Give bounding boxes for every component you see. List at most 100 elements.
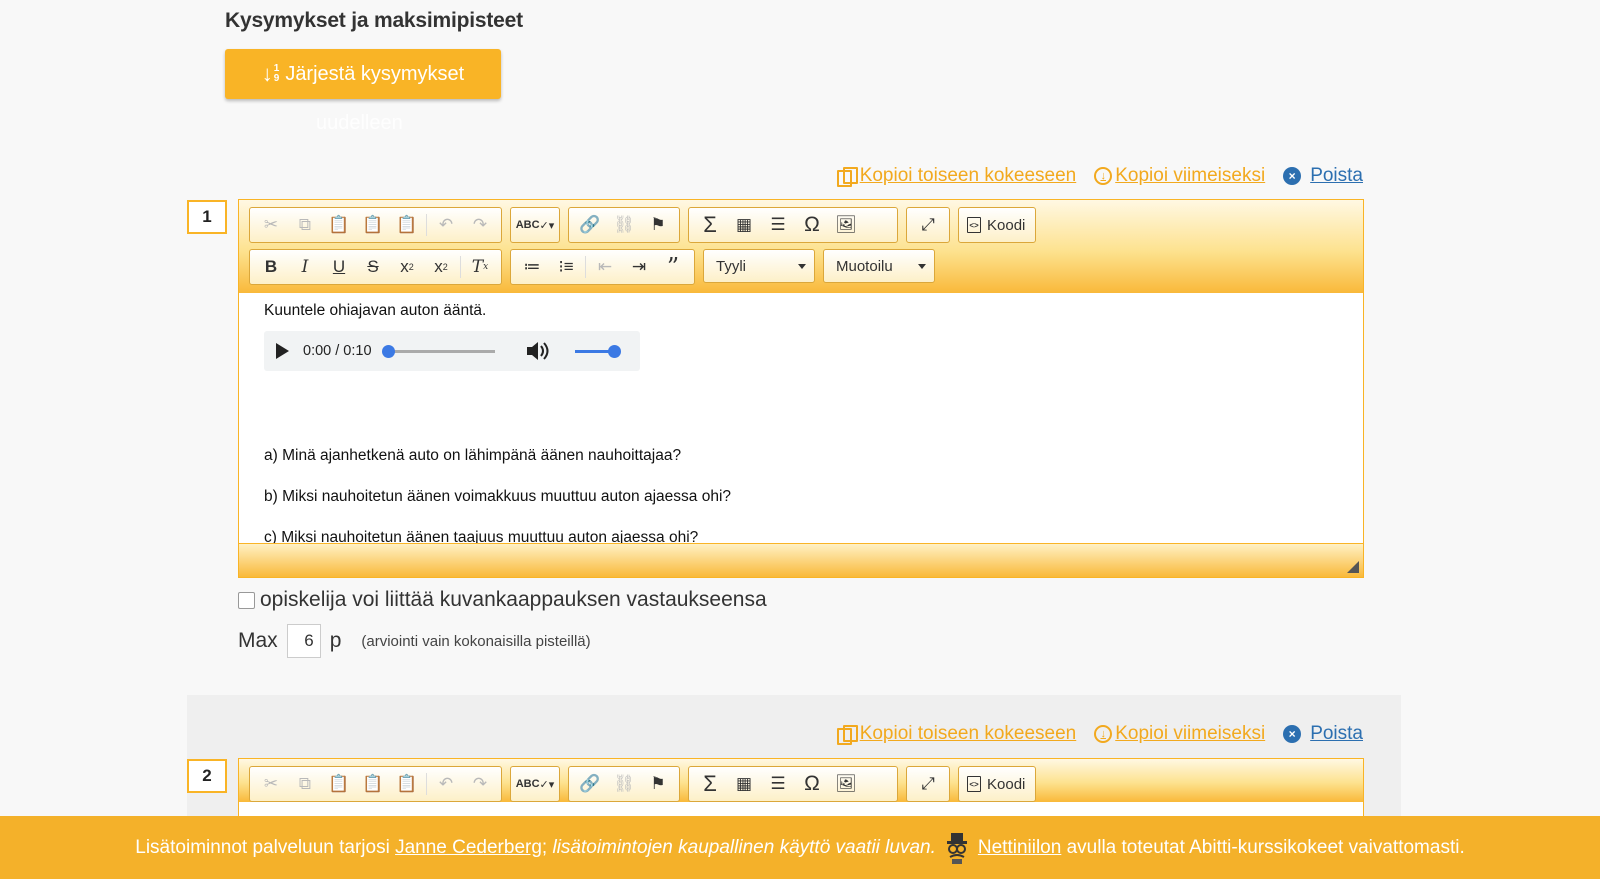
spellcheck-group: ABC ✓▾ bbox=[510, 766, 560, 802]
link-group: 🔗 ⛓ ⚑ bbox=[568, 766, 680, 802]
math-sigma-icon[interactable]: Σ bbox=[693, 210, 727, 240]
strikethrough-icon[interactable]: S bbox=[356, 252, 390, 282]
blockquote-icon[interactable]: ” bbox=[656, 252, 690, 282]
rich-text-editor: ✂ ⧉ 📋 📋 📋 ↶ ↷ ABC ✓▾ 🔗 ⛓ ⚑ Σ ▦ ☰ Ω 🖼 ⤢ <… bbox=[238, 199, 1364, 578]
cut-icon[interactable]: ✂ bbox=[254, 769, 288, 799]
paste-word-icon[interactable]: 📋 bbox=[390, 210, 424, 240]
footer-suffix: avulla toteutat Abitti-kurssikokeet vaiv… bbox=[1066, 836, 1465, 858]
insert-group: Σ ▦ ☰ Ω 🖼 bbox=[688, 207, 898, 243]
source-code-button[interactable]: <> Koodi bbox=[958, 207, 1037, 243]
anchor-flag-icon[interactable]: ⚑ bbox=[641, 769, 675, 799]
remove-format-icon[interactable]: Tx bbox=[463, 252, 497, 282]
editor-toolbar: ✂ ⧉ 📋 📋 📋 ↶ ↷ ABC ✓▾ 🔗 ⛓ ⚑ Σ ▦ ☰ Ω 🖼 ⤢ <… bbox=[239, 200, 1363, 293]
spellcheck-icon[interactable]: ABC ✓▾ bbox=[515, 769, 555, 799]
paste-word-icon[interactable]: 📋 bbox=[390, 769, 424, 799]
horizontal-line-icon[interactable]: ☰ bbox=[761, 210, 795, 240]
bulleted-list-icon[interactable]: ⁝≡ bbox=[549, 252, 583, 282]
footer-prefix: Lisätoiminnot palveluun tarjosi bbox=[135, 836, 390, 858]
download-circle-icon: ↓ bbox=[1094, 167, 1113, 185]
copy-to-other-exam-link[interactable]: Kopioi toiseen kokeeseen bbox=[836, 723, 1076, 745]
author-link[interactable]: Janne Cederberg bbox=[395, 837, 542, 859]
spy-mascot-icon bbox=[944, 832, 970, 864]
underline-icon[interactable]: U bbox=[322, 252, 356, 282]
undo-icon[interactable]: ↶ bbox=[429, 769, 463, 799]
link-group: 🔗 ⛓ ⚑ bbox=[568, 207, 680, 243]
copy-icon bbox=[836, 725, 858, 745]
outdent-icon[interactable]: ⇤ bbox=[588, 252, 622, 282]
paste-text-icon[interactable]: 📋 bbox=[356, 210, 390, 240]
format-select[interactable]: Muotoilu bbox=[823, 249, 935, 283]
copy-as-last-link[interactable]: ↓ Kopioi viimeiseksi bbox=[1094, 723, 1265, 745]
superscript-icon[interactable]: x2 bbox=[424, 252, 458, 282]
question-part-a: a) Minä ajanhetkenä auto on lähimpänä ää… bbox=[264, 447, 682, 464]
editor-toolbar: ✂ ⧉ 📋 📋 📋 ↶ ↷ ABC ✓▾ 🔗 ⛓ ⚑ Σ ▦ ☰ Ω 🖼 ⤢ <… bbox=[239, 759, 1363, 802]
style-select[interactable]: Tyyli bbox=[703, 249, 815, 283]
volume-slider[interactable] bbox=[574, 344, 621, 358]
chevron-down-icon bbox=[918, 263, 926, 269]
editor-status-bar bbox=[239, 543, 1363, 577]
redo-icon[interactable]: ↷ bbox=[463, 769, 497, 799]
special-char-omega-icon[interactable]: Ω bbox=[795, 769, 829, 799]
copy-icon[interactable]: ⧉ bbox=[288, 769, 322, 799]
paste-icon[interactable]: 📋 bbox=[322, 210, 356, 240]
paste-icon[interactable]: 📋 bbox=[322, 769, 356, 799]
anchor-flag-icon[interactable]: ⚑ bbox=[641, 210, 675, 240]
sort-numeric-icon: ↓ 1 9 bbox=[261, 61, 280, 86]
spellcheck-group: ABC ✓▾ bbox=[510, 207, 560, 243]
special-char-omega-icon[interactable]: Ω bbox=[795, 210, 829, 240]
nettiniilo-link[interactable]: Nettiniilon bbox=[978, 837, 1061, 859]
indent-icon[interactable]: ⇥ bbox=[622, 252, 656, 282]
source-code-button[interactable]: <> Koodi bbox=[958, 766, 1037, 802]
source-code-icon: <> bbox=[967, 217, 981, 233]
maximize-icon[interactable]: ⤢ bbox=[911, 769, 945, 799]
audio-progress-slider[interactable] bbox=[381, 344, 495, 358]
paste-text-icon[interactable]: 📋 bbox=[356, 769, 390, 799]
cut-icon[interactable]: ✂ bbox=[254, 210, 288, 240]
delete-question-link[interactable]: × Poista bbox=[1283, 723, 1363, 745]
table-icon[interactable]: ▦ bbox=[727, 210, 761, 240]
math-sigma-icon[interactable]: Σ bbox=[693, 769, 727, 799]
link-icon[interactable]: 🔗 bbox=[573, 769, 607, 799]
italic-icon[interactable]: I bbox=[288, 252, 322, 282]
sort-button-overflow-text: uudelleen bbox=[316, 112, 403, 134]
table-icon[interactable]: ▦ bbox=[727, 769, 761, 799]
question-number: 1 bbox=[187, 200, 227, 234]
editor-content-area[interactable]: Kuuntele ohiajavan auton ääntä. 0:00 / 0… bbox=[239, 293, 1363, 543]
horizontal-line-icon[interactable]: ☰ bbox=[761, 769, 795, 799]
sort-questions-button[interactable]: ↓ 1 9 Järjestä kysymykset bbox=[225, 49, 501, 99]
maximize-icon[interactable]: ⤢ bbox=[911, 210, 945, 240]
image-icon[interactable]: 🖼 bbox=[829, 210, 863, 240]
redo-icon[interactable]: ↷ bbox=[463, 210, 497, 240]
max-points-input[interactable]: 6 bbox=[286, 624, 321, 658]
question-number: 2 bbox=[187, 759, 227, 793]
audio-time: 0:00 / 0:10 bbox=[303, 343, 372, 359]
image-icon[interactable]: 🖼 bbox=[829, 769, 863, 799]
copy-to-other-exam-link[interactable]: Kopioi toiseen kokeeseen bbox=[836, 165, 1076, 187]
spellcheck-icon[interactable]: ABC ✓▾ bbox=[515, 210, 555, 240]
unlink-icon[interactable]: ⛓ bbox=[607, 769, 641, 799]
bold-icon[interactable]: B bbox=[254, 252, 288, 282]
question-actions: Kopioi toiseen kokeeseen ↓ Kopioi viimei… bbox=[836, 721, 1363, 747]
format-group: B I U S x2 x2 Tx bbox=[249, 249, 502, 285]
undo-icon[interactable]: ↶ bbox=[429, 210, 463, 240]
delete-question-link[interactable]: × Poista bbox=[1283, 165, 1363, 187]
copy-icon[interactable]: ⧉ bbox=[288, 210, 322, 240]
link-icon[interactable]: 🔗 bbox=[573, 210, 607, 240]
clipboard-group: ✂ ⧉ 📋 📋 📋 ↶ ↷ bbox=[249, 207, 502, 243]
question-actions: Kopioi toiseen kokeeseen ↓ Kopioi viimei… bbox=[836, 163, 1363, 189]
max-points-row: Max 6 p (arviointi vain kokonaisilla pis… bbox=[238, 624, 591, 658]
copy-icon bbox=[836, 167, 858, 187]
screenshot-checkbox[interactable] bbox=[238, 591, 255, 609]
footer-italic-note: lisätoimintojen kaupallinen käyttö vaati… bbox=[552, 836, 936, 858]
volume-icon[interactable] bbox=[525, 340, 551, 362]
unlink-icon[interactable]: ⛓ bbox=[607, 210, 641, 240]
numbered-list-icon[interactable]: ≔ bbox=[515, 252, 549, 282]
play-icon[interactable] bbox=[276, 343, 289, 359]
source-code-icon: <> bbox=[967, 776, 981, 792]
section-title: Kysymykset ja maksimipisteet bbox=[225, 9, 523, 32]
list-group: ≔ ⁝≡ ⇤ ⇥ ” bbox=[510, 249, 695, 285]
subscript-icon[interactable]: x2 bbox=[390, 252, 424, 282]
close-circle-icon: × bbox=[1283, 167, 1302, 185]
resize-handle-icon[interactable] bbox=[1347, 561, 1359, 573]
copy-as-last-link[interactable]: ↓ Kopioi viimeiseksi bbox=[1094, 165, 1265, 187]
